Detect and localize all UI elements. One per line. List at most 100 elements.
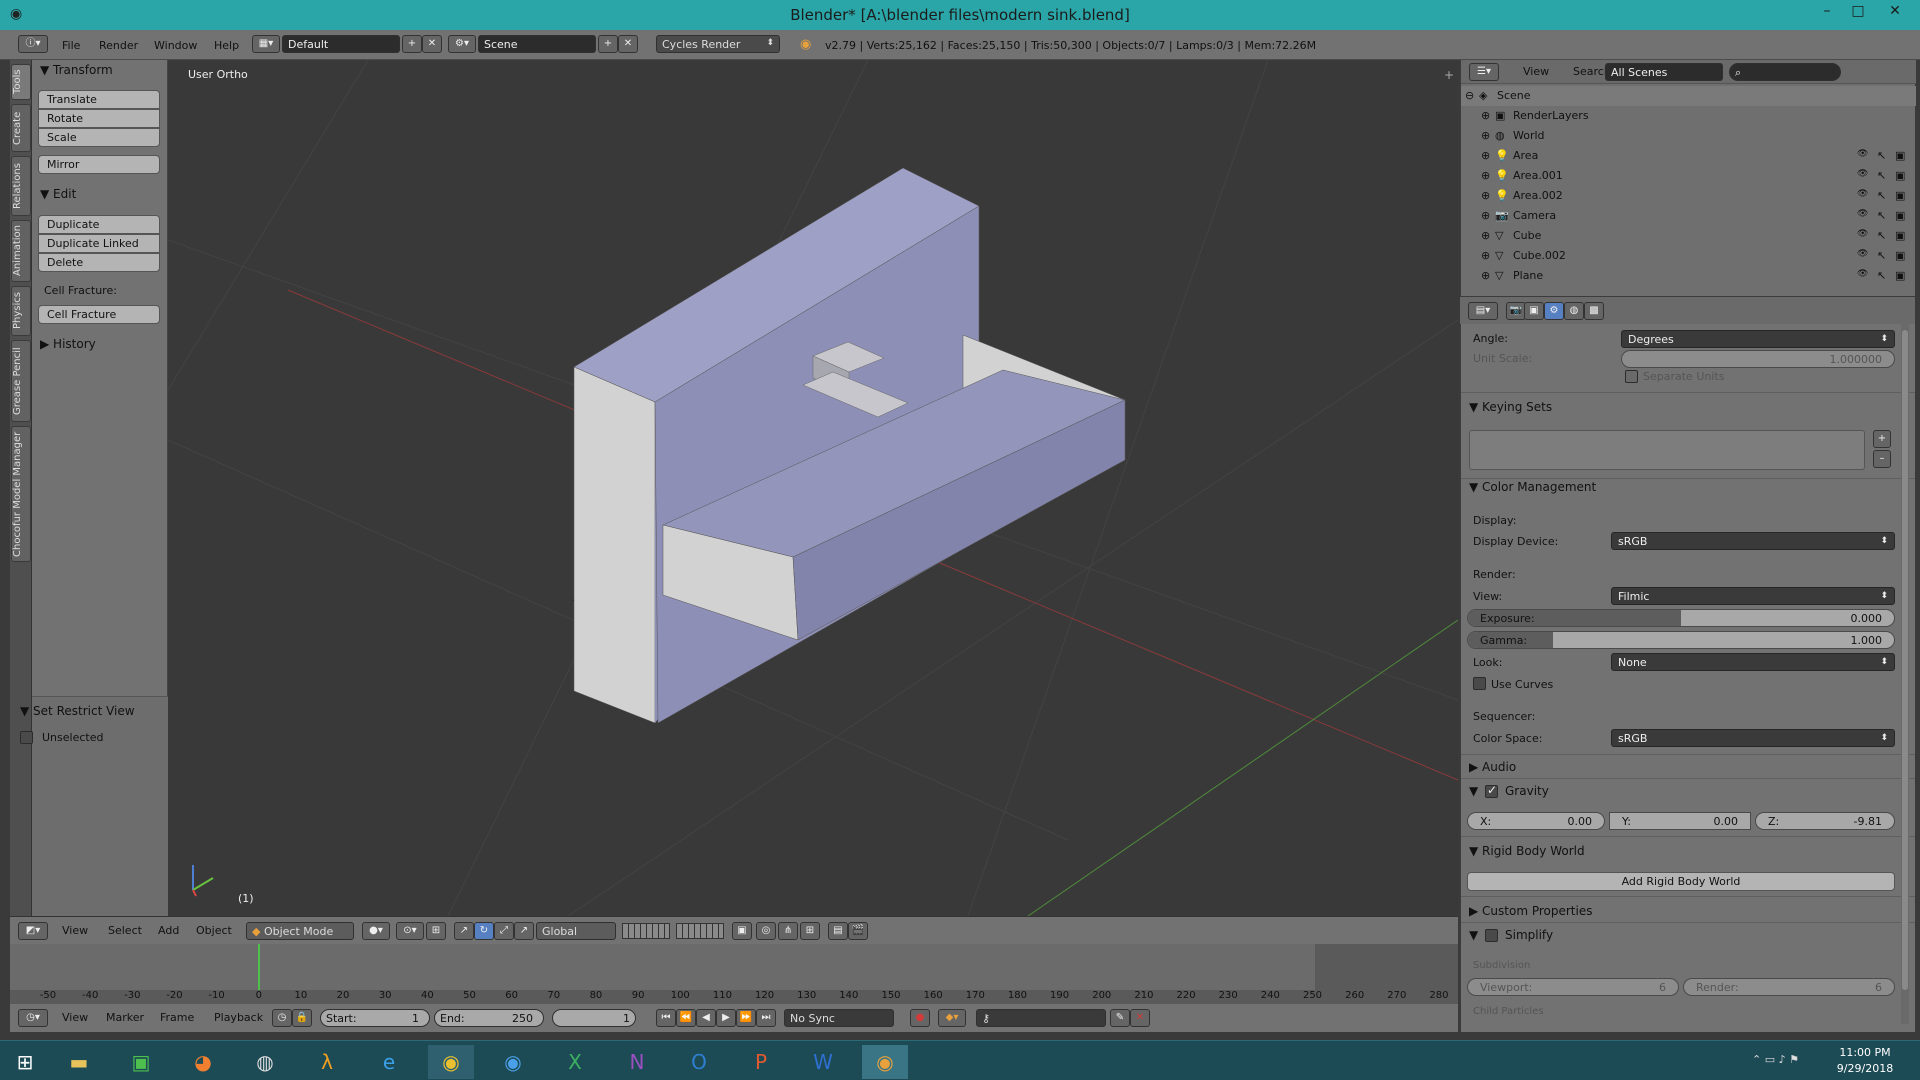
gravity-y-field[interactable]: Y: 0.00: [1609, 812, 1751, 830]
excel-icon[interactable]: X: [552, 1045, 598, 1079]
outliner-row[interactable]: ⊕ ▽ Cube 👁 ↖ ▣: [1461, 226, 1916, 246]
expand-icon[interactable]: ⊕: [1481, 209, 1490, 222]
outliner-item-name[interactable]: Cube.002: [1513, 249, 1566, 262]
color-space-select[interactable]: sRGB ⬍: [1611, 729, 1895, 747]
outliner-search-field[interactable]: ⌕: [1729, 63, 1841, 81]
translate-manipulator-icon[interactable]: ↗: [454, 922, 474, 940]
gravity-header[interactable]: ▼: [1469, 784, 1478, 798]
expand-icon[interactable]: ⊕: [1481, 149, 1490, 162]
menu-window[interactable]: Window: [154, 39, 197, 52]
scrollbar-thumb[interactable]: [1902, 330, 1908, 990]
outliner-item-name[interactable]: Cube: [1513, 229, 1541, 242]
steam-icon[interactable]: ◍: [242, 1045, 288, 1079]
add-scene-icon[interactable]: +: [598, 35, 618, 53]
use-curves-checkbox[interactable]: [1473, 677, 1486, 690]
clock-date[interactable]: 9/29/2018: [1830, 1062, 1900, 1075]
outliner-item-name[interactable]: Plane: [1513, 269, 1543, 282]
outliner-row[interactable]: ⊕ ◍ World: [1461, 126, 1916, 146]
outliner-row[interactable]: ⊕ 💡 Area.002 👁 ↖ ▣: [1461, 186, 1916, 206]
keying-icon[interactable]: ◆▾: [938, 1009, 966, 1027]
view3d-editor-icon[interactable]: ◩▾: [18, 922, 48, 940]
keying-set-field[interactable]: ⚷: [976, 1009, 1106, 1027]
layers-grid-b[interactable]: [676, 923, 724, 939]
gravity-checkbox[interactable]: [1485, 783, 1498, 798]
half-life-icon[interactable]: λ: [304, 1045, 350, 1079]
outliner-row[interactable]: ⊖ ◈ Scene: [1461, 86, 1916, 106]
selectable-cursor-icon[interactable]: ↖: [1877, 229, 1886, 242]
exposure-slider[interactable]: Exposure: 0.000: [1467, 609, 1895, 627]
outliner-item-name[interactable]: Scene: [1497, 89, 1531, 102]
camera-render-icon[interactable]: 🎬: [848, 922, 868, 940]
onenote-icon[interactable]: N: [614, 1045, 660, 1079]
scene-tab-icon[interactable]: ⚙: [1544, 302, 1564, 320]
display-device-select[interactable]: sRGB ⬍: [1611, 532, 1895, 550]
audio-header[interactable]: ▶ Audio: [1469, 760, 1516, 774]
scene-icon[interactable]: ⚙▾: [448, 35, 476, 53]
duplicate-button[interactable]: Duplicate: [38, 215, 160, 234]
close-button[interactable]: ✕: [1880, 3, 1910, 25]
current-frame-field[interactable]: 1: [552, 1009, 636, 1027]
render-camera-icon[interactable]: ▣: [1895, 189, 1905, 202]
clock-time[interactable]: 11:00 PM: [1830, 1046, 1900, 1059]
sync-select[interactable]: No Sync: [784, 1009, 894, 1027]
add-keying-set-icon[interactable]: +: [1873, 430, 1891, 448]
gravity-x-field[interactable]: X: 0.00: [1467, 812, 1605, 830]
mirror-button[interactable]: Mirror: [38, 155, 160, 174]
history-panel-header[interactable]: ▶ History: [40, 337, 96, 351]
proportional-edit-icon[interactable]: ◎: [756, 922, 776, 940]
expand-icon[interactable]: ⊕: [1481, 109, 1490, 122]
add-layout-icon[interactable]: +: [402, 35, 422, 53]
menu-help[interactable]: Help: [214, 39, 239, 52]
tab-animation[interactable]: Animation: [11, 220, 31, 282]
visibility-eye-icon[interactable]: 👁: [1857, 269, 1868, 279]
scene-field[interactable]: Scene: [478, 35, 596, 53]
outliner-item-name[interactable]: Area: [1513, 149, 1538, 162]
transform-icon[interactable]: ↗: [514, 922, 534, 940]
outliner-menu-view[interactable]: View: [1523, 65, 1549, 78]
tab-grease-pencil[interactable]: Grease Pencil: [11, 340, 31, 422]
word-icon[interactable]: W: [800, 1045, 846, 1079]
properties-scrollbar[interactable]: [1901, 324, 1909, 1024]
timeline-editor-icon[interactable]: ◷▾: [18, 1009, 48, 1027]
timeline-area[interactable]: -50 -40 -30 -20 -10 0 10 20 30 40 50 60 70 80 90 100 110…: [10, 944, 1458, 1004]
remove-keying-set-icon[interactable]: –: [1873, 450, 1891, 468]
snap-icon[interactable]: ⋔: [778, 922, 798, 940]
duplicate-linked-button[interactable]: Duplicate Linked: [38, 234, 160, 253]
visibility-eye-icon[interactable]: 👁: [1857, 249, 1868, 259]
separate-units-checkbox[interactable]: [1625, 370, 1638, 383]
current-frame-cursor[interactable]: [258, 944, 260, 990]
rigid-body-world-header[interactable]: ▼ Rigid Body World: [1469, 844, 1585, 858]
snap-target-icon[interactable]: ⊞: [800, 922, 820, 940]
outlook-icon[interactable]: O: [676, 1045, 722, 1079]
powerpoint-icon[interactable]: P: [738, 1045, 784, 1079]
render-camera-icon[interactable]: ▣: [1895, 169, 1905, 182]
viewport-expand-icon[interactable]: +: [1444, 68, 1454, 82]
edit-panel-header[interactable]: ▼ Edit: [40, 187, 76, 201]
selectable-cursor-icon[interactable]: ↖: [1877, 189, 1886, 202]
next-keyframe-icon[interactable]: ⏩: [736, 1009, 756, 1027]
menu-select[interactable]: Select: [108, 924, 142, 937]
record-icon[interactable]: ●: [910, 1009, 930, 1027]
jump-start-icon[interactable]: ⏮: [656, 1009, 676, 1027]
lock-range-icon[interactable]: 🔒: [292, 1009, 312, 1027]
file-explorer-icon[interactable]: ▬: [56, 1045, 102, 1079]
outliner-item-name[interactable]: Camera: [1513, 209, 1556, 222]
outliner-editor-icon[interactable]: ☰▾: [1469, 63, 1499, 81]
render-camera-icon[interactable]: ▣: [1895, 229, 1905, 242]
selectable-cursor-icon[interactable]: ↖: [1877, 169, 1886, 182]
properties-editor-icon[interactable]: ▤▾: [1468, 302, 1498, 320]
layers-grid-a[interactable]: [622, 923, 670, 939]
render-tab-icon[interactable]: 📷: [1506, 302, 1526, 320]
render-subdivision-field[interactable]: Render: 6: [1683, 978, 1895, 996]
view-transform-select[interactable]: Filmic ⬍: [1611, 587, 1895, 605]
tl-menu-playback[interactable]: Playback: [214, 1011, 263, 1024]
cell-fracture-button[interactable]: Cell Fracture: [38, 305, 160, 324]
rotate-button[interactable]: Rotate: [38, 109, 160, 128]
expand-icon[interactable]: ⊕: [1481, 129, 1490, 142]
outliner-item-name[interactable]: World: [1513, 129, 1545, 142]
remove-layout-icon[interactable]: ✕: [422, 35, 442, 53]
3d-viewport[interactable]: User Ortho (1) +: [168, 60, 1458, 916]
visibility-eye-icon[interactable]: 👁: [1857, 189, 1868, 199]
restrict-panel-header[interactable]: ▼ Set Restrict View: [20, 704, 135, 718]
expand-icon[interactable]: ⊕: [1481, 249, 1490, 262]
